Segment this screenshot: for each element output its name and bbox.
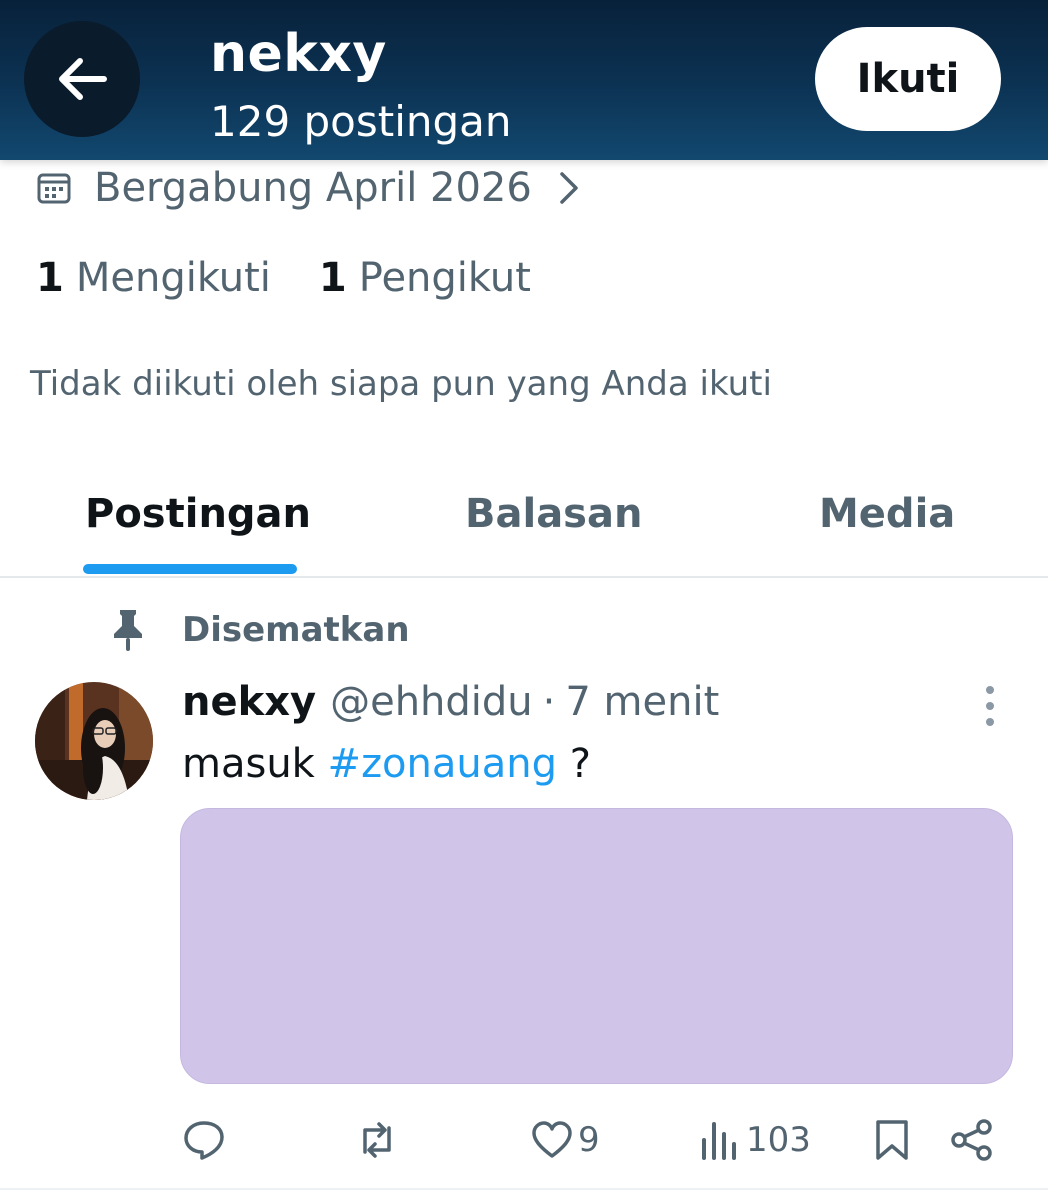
heart-icon — [532, 1121, 572, 1158]
post-meta-separator: · — [542, 679, 556, 725]
tab-balasan[interactable]: Balasan — [465, 484, 642, 544]
post-text-prefix: masuk — [182, 741, 328, 787]
following-count: 1 — [36, 255, 64, 301]
views-button[interactable]: 103 — [698, 1108, 811, 1172]
post-media[interactable] — [180, 808, 1013, 1084]
followers-link[interactable]: 1 Pengikut — [319, 255, 531, 301]
following-link[interactable]: 1 Mengikuti — [36, 255, 271, 301]
header-post-count: 129 postingan — [210, 97, 512, 146]
bookmark-button[interactable] — [870, 1108, 914, 1172]
post-author-handle[interactable]: @ehhdidu — [330, 679, 533, 725]
arrow-left-icon — [59, 58, 107, 100]
avatar[interactable] — [35, 682, 153, 800]
active-tab-indicator — [83, 564, 297, 574]
follow-stats: 1 Mengikuti 1 Pengikut — [36, 252, 531, 304]
tab-media[interactable]: Media — [819, 484, 955, 544]
joined-text: Bergabung April 2026 — [94, 165, 532, 211]
profile-tabs: Postingan Balasan Media — [0, 470, 1048, 578]
followers-label: Pengikut — [358, 255, 531, 301]
profile-photo — [35, 682, 153, 800]
like-button[interactable]: 9 — [530, 1108, 600, 1172]
reply-icon — [184, 1121, 224, 1160]
follow-button[interactable]: Ikuti — [815, 27, 1001, 131]
header-profile-name: nekxy — [210, 24, 387, 84]
profile-page: nekxy 129 postingan Ikuti Bergabung Apri… — [0, 0, 1048, 1200]
hashtag-link[interactable]: #zonauang — [328, 741, 557, 787]
pin-icon — [114, 610, 142, 651]
post-author-name[interactable]: nekxy — [182, 679, 316, 725]
pinned-text: Disematkan — [182, 610, 410, 650]
post-time[interactable]: 7 menit — [565, 679, 719, 725]
like-count: 9 — [578, 1120, 600, 1160]
profile-header: nekxy 129 postingan Ikuti — [0, 0, 1048, 160]
share-button[interactable] — [950, 1108, 994, 1172]
post-text-suffix: ? — [557, 741, 591, 787]
views-chart-icon — [702, 1122, 736, 1160]
views-count: 103 — [746, 1120, 811, 1160]
joined-date[interactable]: Bergabung April 2026 — [36, 162, 582, 214]
chevron-right-icon — [560, 172, 578, 204]
followers-count: 1 — [318, 255, 347, 301]
repost-button[interactable] — [355, 1108, 399, 1172]
post-header: nekxy @ehhdidu · 7 menit — [182, 674, 719, 730]
more-options-button[interactable] — [972, 684, 1008, 728]
post-actions: 9 103 — [0, 1108, 1048, 1172]
more-vertical-icon — [986, 686, 994, 726]
post-text: masuk #zonauang ? — [182, 736, 591, 792]
tab-postingan[interactable]: Postingan — [85, 484, 311, 544]
post-divider — [0, 1188, 1048, 1190]
repost-icon — [363, 1122, 391, 1158]
bookmark-icon — [876, 1120, 908, 1160]
calendar-icon — [37, 173, 71, 204]
not-followed-text: Tidak diikuti oleh siapa pun yang Anda i… — [30, 364, 772, 404]
back-button[interactable] — [24, 21, 140, 137]
share-icon — [951, 1119, 992, 1161]
reply-button[interactable] — [182, 1108, 226, 1172]
pinned-label: Disematkan — [110, 606, 410, 654]
following-label: Mengikuti — [75, 255, 271, 301]
